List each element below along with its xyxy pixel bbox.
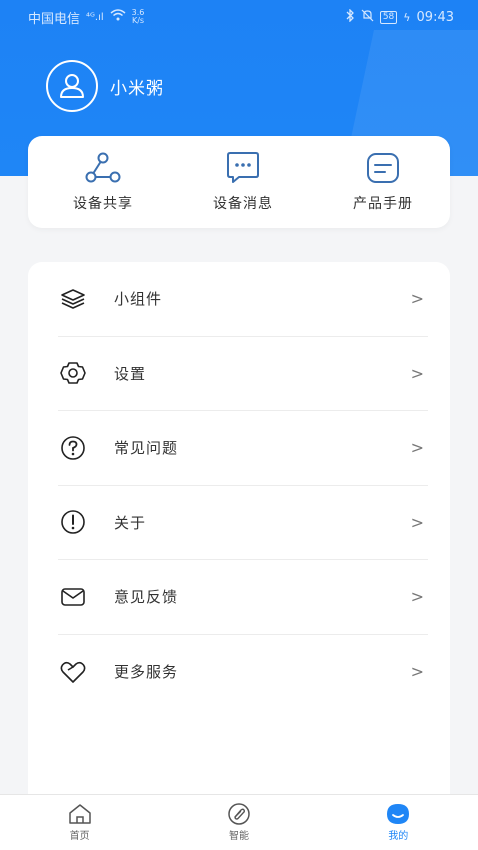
tab-mine[interactable]: 我的: [358, 803, 438, 842]
menu-item-widgets[interactable]: 小组件 >: [58, 262, 428, 337]
home-icon: [68, 804, 91, 824]
info-exclamation-icon: [58, 508, 88, 536]
menu-item-label: 常见问题: [114, 439, 179, 458]
quick-action-product-manual[interactable]: 产品手册: [338, 151, 428, 213]
layers-icon: [58, 287, 88, 311]
user-profile[interactable]: 小米粥: [46, 60, 164, 112]
carrier-text: 中国电信: [28, 11, 81, 27]
menu-item-label: 意见反馈: [114, 588, 179, 607]
tab-smart[interactable]: 智能: [199, 803, 279, 842]
menu-item-label: 设置: [114, 364, 147, 383]
share-nodes-icon: [83, 151, 123, 185]
chevron-right-icon: >: [410, 512, 424, 532]
quick-actions-card: 设备共享 设备消息 产品手册: [28, 136, 450, 228]
menu-item-label: 小组件: [114, 290, 163, 309]
mute-bell-icon: [361, 9, 374, 26]
mine-face-icon: [387, 804, 410, 824]
charging-icon: ϟ: [403, 10, 411, 24]
chevron-right-icon: >: [410, 587, 424, 607]
chevron-right-icon: >: [410, 363, 424, 383]
speed-unit: K/s: [131, 16, 145, 25]
message-bubble-icon: [223, 151, 263, 185]
wifi-icon: [110, 9, 126, 25]
user-name[interactable]: 小米粥: [110, 74, 164, 99]
avatar[interactable]: [46, 60, 98, 112]
battery-icon: 58: [379, 10, 398, 24]
quick-action-device-share[interactable]: 设备共享: [58, 151, 148, 213]
quick-action-device-message[interactable]: 设备消息: [198, 151, 288, 213]
menu-list: 小组件 > 设置 > 常见问题 > 关于 > 意见反馈 > 更多服务 >: [28, 262, 450, 709]
chevron-right-icon: >: [410, 662, 424, 682]
bluetooth-icon: [345, 7, 355, 26]
menu-item-label: 关于: [114, 513, 147, 532]
user-icon: [60, 74, 84, 98]
menu-item-faq[interactable]: 常见问题 >: [58, 411, 428, 486]
quick-action-label: 设备消息: [213, 196, 273, 212]
status-right: 58 ϟ 09:43: [345, 7, 454, 26]
menu-item-more-services[interactable]: 更多服务 >: [58, 635, 428, 710]
tab-label: 智能: [228, 831, 249, 842]
manual-icon: [363, 151, 403, 185]
network-speed: 3.6 K/s: [132, 9, 145, 25]
clock-time: 09:43: [416, 9, 454, 25]
tab-home[interactable]: 首页: [40, 803, 120, 842]
menu-item-about[interactable]: 关于 >: [58, 486, 428, 560]
signal-icon: ⁴ᴳ.ıl: [86, 11, 104, 23]
gear-icon: [58, 360, 88, 386]
tab-label: 首页: [69, 831, 90, 842]
quick-action-label: 产品手册: [353, 196, 413, 212]
menu-item-feedback[interactable]: 意见反馈 >: [58, 560, 428, 635]
status-bar: 中国电信 ⁴ᴳ.ıl 3.6 K/s 58 ϟ 09:43: [0, 0, 478, 34]
menu-item-settings[interactable]: 设置 >: [58, 337, 428, 411]
smart-link-icon: [228, 803, 250, 825]
tab-label: 我的: [388, 831, 409, 842]
menu-card: 小组件 > 设置 > 常见问题 > 关于 > 意见反馈 > 更多服务 >: [28, 262, 450, 822]
envelope-icon: [58, 585, 88, 609]
bottom-tab-bar: 首页 智能 我的: [0, 794, 478, 850]
menu-item-label: 更多服务: [114, 663, 179, 682]
heart-hand-icon: [58, 659, 88, 685]
chevron-right-icon: >: [410, 289, 424, 309]
status-left: 中国电信 ⁴ᴳ.ıl 3.6 K/s: [28, 8, 144, 27]
quick-action-label: 设备共享: [73, 196, 133, 212]
chevron-right-icon: >: [410, 438, 424, 458]
question-circle-icon: [58, 434, 88, 462]
